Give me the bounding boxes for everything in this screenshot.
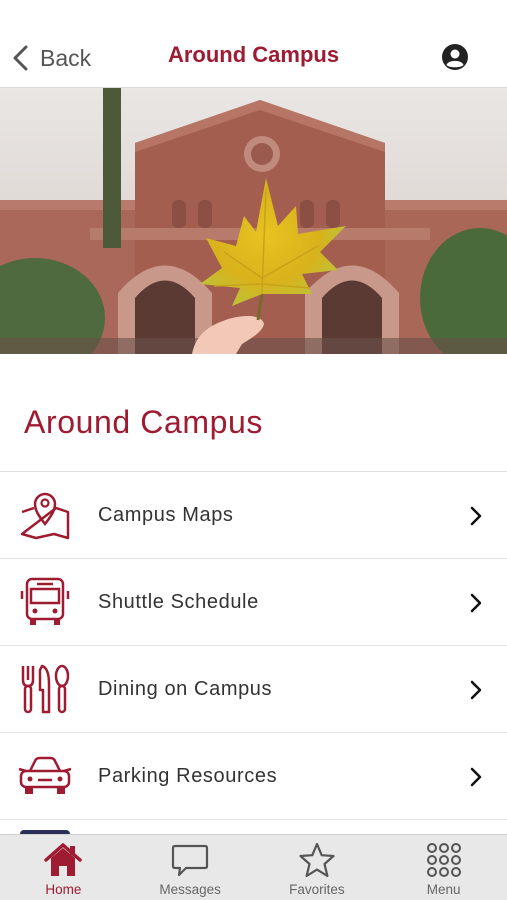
list-item-label: Campus Maps xyxy=(98,504,234,526)
chevron-right-icon xyxy=(470,593,482,613)
chevron-right-icon xyxy=(470,506,482,526)
tab-messages[interactable]: Messages xyxy=(127,835,254,900)
list-item-label: Shuttle Schedule xyxy=(98,591,259,613)
list-item-label: Parking Resources xyxy=(98,765,278,787)
profile-icon[interactable] xyxy=(441,43,469,71)
campus-building-photo xyxy=(0,88,507,354)
hero-image xyxy=(0,88,507,354)
tab-label: Messages xyxy=(159,882,221,897)
tab-favorites[interactable]: Favorites xyxy=(254,835,381,900)
chevron-right-icon xyxy=(470,767,482,787)
list-item-parking-resources[interactable]: Parking Resources xyxy=(0,733,507,820)
star-icon xyxy=(299,842,335,878)
tab-label: Menu xyxy=(426,882,461,897)
list-item-campus-maps[interactable]: Campus Maps xyxy=(0,472,507,559)
list-item-label: Dining on Campus xyxy=(98,678,273,700)
home-icon xyxy=(44,843,83,876)
tab-menu[interactable]: Menu xyxy=(380,835,507,900)
tab-home[interactable]: Home xyxy=(0,835,127,900)
car-icon xyxy=(18,756,72,794)
bus-icon xyxy=(20,577,70,625)
resource-list: Campus Maps Shuttle Schedule Dining on C… xyxy=(0,471,507,820)
grid-icon xyxy=(426,843,461,877)
chat-bubble-icon xyxy=(172,844,209,877)
section-title: Around Campus xyxy=(24,404,264,440)
utensils-icon xyxy=(21,664,70,714)
tab-label: Home xyxy=(45,882,82,897)
bottom-tab-bar: Home Messages Favorites Menu xyxy=(0,834,507,900)
top-nav-bar: Back Around Campus xyxy=(0,0,507,88)
list-item-shuttle-schedule[interactable]: Shuttle Schedule xyxy=(0,559,507,646)
list-item-dining-on-campus[interactable]: Dining on Campus xyxy=(0,646,507,733)
map-pin-icon xyxy=(20,492,70,540)
page-title: Around Campus xyxy=(167,42,340,67)
tab-label: Favorites xyxy=(289,882,345,897)
list-item-partial[interactable] xyxy=(0,820,507,836)
chevron-right-icon xyxy=(470,680,482,700)
